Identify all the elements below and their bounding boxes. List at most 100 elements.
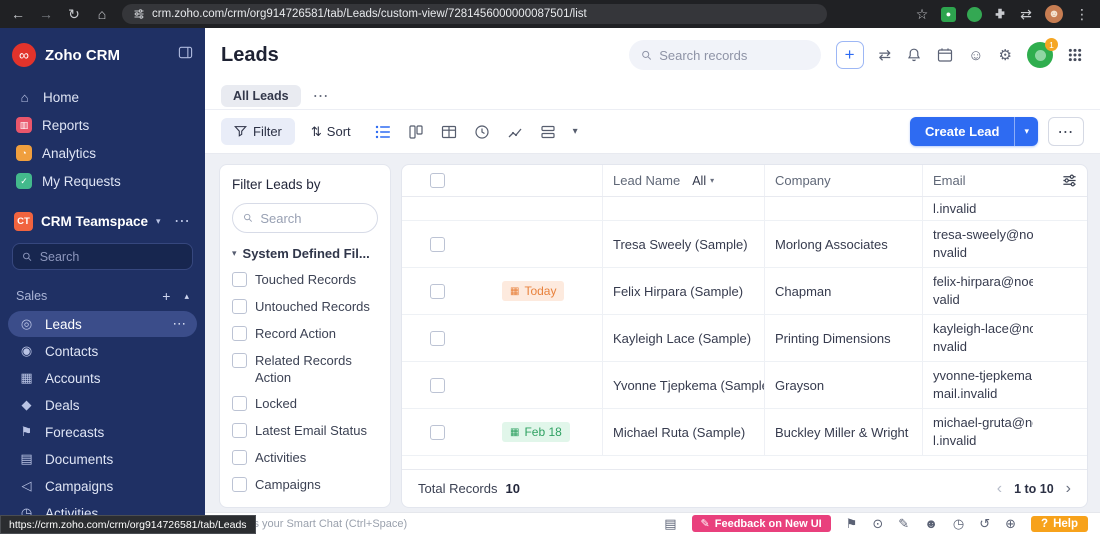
select-all-checkbox[interactable] [430,173,445,188]
table-row[interactable]: Kayleigh Lace (Sample) Printing Dimensio… [402,315,1087,362]
filter-option-untouched-records[interactable]: Untouched Records [232,298,378,316]
filter-option-touched-records[interactable]: Touched Records [232,272,378,289]
announcements-icon[interactable]: ⚑ [846,516,858,532]
filter-option-locked[interactable]: Locked [232,396,378,413]
leads-more-icon[interactable]: ⋯ [173,316,188,332]
filter-option-related-records-action[interactable]: Related Records Action [232,352,378,387]
lead-name-filter-dropdown[interactable]: All ▾ [692,174,714,188]
create-lead-dropdown-icon[interactable]: ▾ [1014,117,1038,146]
column-email[interactable]: Email [922,165,1043,196]
table-row[interactable]: Yvonne Tjepkema (Sample) Grayson yvonne-… [402,362,1087,409]
sidebar-collapse-icon[interactable] [178,45,193,65]
filter-option-record-action[interactable]: Record Action [232,325,378,343]
toolbar-more-button[interactable]: ⋯ [1048,117,1084,146]
reminders-clock-icon[interactable]: ◷ [953,516,964,532]
browser-profile-avatar[interactable]: ☻ [1045,5,1063,23]
checkbox[interactable] [232,352,247,368]
survey-form-icon[interactable]: ▤ [664,516,676,532]
tab-all-leads[interactable]: All Leads [221,84,301,107]
settings-gear-icon[interactable]: ⚙ [999,46,1012,64]
table-row[interactable]: ▦ Feb 18 Michael Ruta (Sample) Buckley Mi… [402,409,1087,456]
lead-name-cell[interactable]: Michael Ruta (Sample) [602,409,764,455]
extensions-puzzle-icon[interactable] [993,7,1007,21]
app-grid-icon[interactable] [1068,48,1082,62]
checkbox[interactable] [232,298,247,314]
filter-search[interactable] [232,203,378,233]
collapse-section-icon[interactable]: ▴ [184,291,189,302]
sidebar-search-input[interactable] [39,249,183,264]
timeline-view-icon[interactable] [474,124,490,140]
filter-search-input[interactable] [260,210,367,226]
lead-name-cell[interactable]: Yvonne Tjepkema (Sample) [602,362,764,408]
column-company[interactable]: Company [764,165,922,196]
checkbox[interactable] [232,477,247,493]
filter-option-activities[interactable]: Activities [232,450,378,467]
sidebar-item-analytics[interactable]: ◔ Analytics [0,139,205,167]
lead-name-cell[interactable]: Tresa Sweely (Sample) [602,221,764,267]
view-tabs-more-icon[interactable]: ⋯ [313,86,331,106]
table-row[interactable]: ▦ Today Felix Hirpara (Sample) Chapman fe… [402,268,1087,315]
lead-name-cell[interactable]: Felix Hirpara (Sample) [602,268,764,314]
next-page-icon[interactable]: › [1066,480,1071,498]
checkbox[interactable] [232,325,247,341]
row-checkbox[interactable] [430,283,445,299]
create-lead-button[interactable]: Create Lead [910,117,1015,146]
forward-icon[interactable]: → [38,6,54,22]
user-switch-icon[interactable]: ⇄ [879,46,892,64]
prev-page-icon[interactable]: ‹ [997,480,1002,498]
contacts-presence-icon[interactable]: ☻ [924,516,938,531]
notifications-bell-icon[interactable] [906,47,922,63]
checkbox[interactable] [232,423,247,439]
checkbox[interactable] [232,396,247,412]
more-views-chevron-icon[interactable]: ▾ [573,126,578,137]
sidebar-search[interactable] [12,243,193,270]
feedback-smiley-icon[interactable]: ☺ [968,47,983,64]
quick-add-button[interactable]: + [835,41,864,69]
sidebar-item-forecasts[interactable]: ⚑ Forecasts [8,419,197,445]
column-lead-name[interactable]: Lead Name [613,173,680,188]
row-checkbox[interactable] [430,236,445,252]
extension-icon[interactable]: ● [941,6,956,22]
filter-button[interactable]: Filter [221,118,295,145]
list-view-icon[interactable] [375,124,391,140]
table-row-partial[interactable]: l.invalid [402,197,1087,221]
table-view-icon[interactable] [441,124,457,140]
signals-icon[interactable]: ⊙ [872,516,883,532]
zia-globe-icon[interactable]: ⊕ [1005,516,1016,532]
filter-section-toggle[interactable]: ▾ System Defined Fil... [232,246,378,261]
back-icon[interactable]: ← [10,6,26,22]
kanban-view-icon[interactable] [408,124,424,140]
sidebar-item-home[interactable]: ⌂ Home [0,84,205,111]
add-module-icon[interactable]: + [162,288,170,304]
home-icon[interactable]: ⌂ [94,6,110,22]
extension-icon[interactable] [967,6,982,22]
sidebar-item-leads[interactable]: ◎ Leads ⋯ [8,311,197,337]
calendar-icon[interactable] [937,47,953,63]
notes-icon[interactable]: ✎ [898,516,909,532]
filter-option-latest-email-status[interactable]: Latest Email Status [232,423,378,440]
tab-audio-icon[interactable]: ⇄ [1018,6,1034,23]
sidebar-item-accounts[interactable]: ▦ Accounts [8,365,197,391]
record-search-input[interactable] [659,47,809,63]
row-checkbox[interactable] [430,424,445,440]
teamspace-selector[interactable]: CT CRM Teamspace ▾ ⋯ [0,201,205,239]
recent-history-icon[interactable]: ↺ [979,516,990,532]
reload-icon[interactable]: ↻ [66,6,82,23]
bookmark-star-icon[interactable]: ☆ [914,6,930,23]
sidebar-item-campaigns[interactable]: ◁ Campaigns [8,473,197,499]
site-settings-icon[interactable] [133,8,145,20]
sidebar-item-deals[interactable]: ◆ Deals [8,392,197,418]
user-avatar[interactable]: 1 [1027,38,1058,68]
address-bar[interactable]: crm.zoho.com/crm/org914726581/tab/Leads/… [122,4,827,24]
help-button[interactable]: ? Help [1031,515,1088,532]
row-checkbox[interactable] [430,330,445,346]
browser-menu-icon[interactable]: ⋮ [1074,6,1090,23]
sidebar-item-documents[interactable]: ▤ Documents [8,446,197,472]
split-view-icon[interactable] [540,124,556,140]
filter-option-campaigns[interactable]: Campaigns [232,477,378,494]
feedback-button[interactable]: ✎ Feedback on New UI [691,515,831,532]
teamspace-more-icon[interactable]: ⋯ [174,211,191,231]
record-search[interactable] [628,40,821,70]
sidebar-item-contacts[interactable]: ◉ Contacts [8,338,197,364]
table-row[interactable]: Tresa Sweely (Sample) Morlong Associates… [402,221,1087,268]
